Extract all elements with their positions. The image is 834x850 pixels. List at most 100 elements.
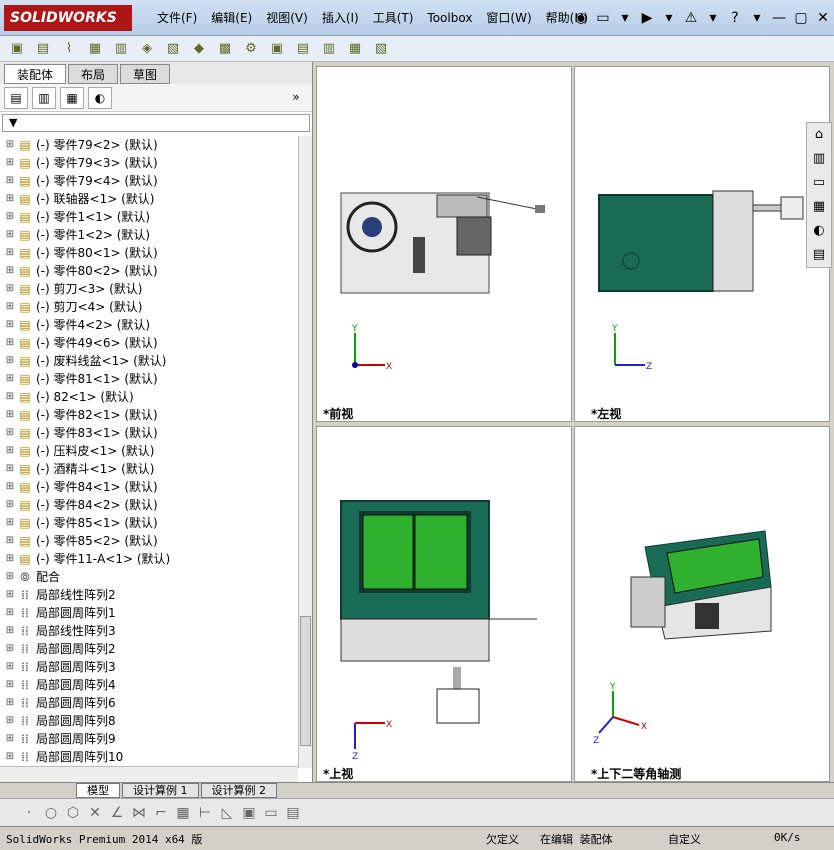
point-icon[interactable]: · (18, 805, 40, 821)
toolbar-icon[interactable]: ▥ (110, 39, 132, 59)
offset-icon[interactable]: ⌐ (150, 805, 172, 821)
expand-toggle-icon[interactable]: ⊞ (4, 478, 16, 496)
expand-toggle-icon[interactable]: ⊞ (4, 730, 16, 748)
circle-icon[interactable]: ○ (40, 805, 62, 821)
tree-row[interactable]: ⊞ ▤ (-) 零件80<1> (默认) (0, 244, 298, 262)
toolbar-icon[interactable]: ▦ (84, 39, 106, 59)
toolbar-icon[interactable]: ▧ (162, 39, 184, 59)
mirror-icon[interactable]: ⋈ (128, 805, 150, 821)
menu-item-0[interactable]: 文件(F) (150, 0, 204, 36)
titlebar-icon[interactable]: ▭ (592, 10, 614, 26)
custom-units[interactable]: 自定义 (668, 831, 701, 847)
properties-icon[interactable]: ▤ (807, 243, 831, 267)
expand-toggle-icon[interactable]: ⊞ (4, 514, 16, 532)
titlebar-icon[interactable]: ▶ (636, 10, 658, 26)
titlebar-icon[interactable]: ✕ (812, 10, 834, 26)
expand-toggle-icon[interactable]: ⊞ (4, 262, 16, 280)
expand-toggle-icon[interactable]: ⊞ (4, 442, 16, 460)
toolbar-icon[interactable]: ▦ (344, 39, 366, 59)
titlebar-icon[interactable]: ▾ (702, 10, 724, 26)
array-icon[interactable]: ▦ (172, 805, 194, 821)
expand-toggle-icon[interactable]: ⊞ (4, 424, 16, 442)
tree-row[interactable]: ⊞ ▤ (-) 零件83<1> (默认) (0, 424, 298, 442)
toolbar-icon[interactable]: ◈ (136, 39, 158, 59)
toolbar-icon[interactable]: ⌇ (58, 39, 80, 59)
folder-icon[interactable]: ▭ (807, 171, 831, 195)
tree-row[interactable]: ⊞ ⦾ 配合 (0, 568, 298, 586)
manager-icon[interactable]: ◐ (88, 86, 112, 109)
bottom-tab-0[interactable]: 模型 (76, 783, 120, 798)
palette-icon[interactable]: ▦ (807, 195, 831, 219)
manager-icon[interactable]: ▦ (60, 86, 84, 109)
bottom-tab-2[interactable]: 设计算例 2 (200, 783, 277, 798)
bottom-tab-1[interactable]: 设计算例 1 (122, 783, 199, 798)
titlebar-icon[interactable]: ▾ (746, 10, 768, 26)
tree-row[interactable]: ⊞ ⁞⁞ 局部圆周阵列3 (0, 658, 298, 676)
view-icon[interactable]: ▭ (260, 805, 282, 821)
tab-2[interactable]: 草图 (120, 64, 171, 84)
expand-toggle-icon[interactable]: ⊞ (4, 298, 16, 316)
tree-row[interactable]: ⊞ ▤ (-) 零件79<4> (默认) (0, 172, 298, 190)
library-icon[interactable]: ▥ (807, 147, 831, 171)
toolbar-icon[interactable]: ▤ (32, 39, 54, 59)
cube-icon[interactable]: ▣ (238, 805, 260, 821)
tree-row[interactable]: ⊞ ▤ (-) 零件82<1> (默认) (0, 406, 298, 424)
tree-row[interactable]: ⊞ ▤ (-) 零件4<2> (默认) (0, 316, 298, 334)
dimension-icon[interactable]: ⊢ (194, 805, 216, 821)
titlebar-icon[interactable]: ▾ (658, 10, 680, 26)
titlebar-icon[interactable]: ▾ (614, 10, 636, 26)
expand-toggle-icon[interactable]: ⊞ (4, 694, 16, 712)
expand-icon[interactable]: » (284, 87, 308, 109)
menu-item-6[interactable]: 窗口(W) (479, 0, 538, 36)
viewport-left[interactable]: Y Z *左视 (574, 66, 830, 422)
expand-toggle-icon[interactable]: ⊞ (4, 406, 16, 424)
tree-row[interactable]: ⊞ ⁞⁞ 局部线性阵列3 (0, 622, 298, 640)
expand-toggle-icon[interactable]: ⊞ (4, 658, 16, 676)
tree-row[interactable]: ⊞ ▤ (-) 零件1<2> (默认) (0, 226, 298, 244)
table-icon[interactable]: ▤ (282, 805, 304, 821)
tree-row[interactable]: ⊞ ▤ (-) 零件84<1> (默认) (0, 478, 298, 496)
tree-row[interactable]: ⊞ ⁞⁞ 局部圆周阵列6 (0, 694, 298, 712)
tree-row[interactable]: ⊞ ⁞⁞ 局部圆周阵列8 (0, 712, 298, 730)
tree-row[interactable]: ⊞ ▤ (-) 零件84<2> (默认) (0, 496, 298, 514)
toolbar-icon[interactable]: ▩ (214, 39, 236, 59)
expand-toggle-icon[interactable]: ⊞ (4, 190, 16, 208)
titlebar-icon[interactable]: ▢ (790, 10, 812, 26)
menu-item-2[interactable]: 视图(V) (259, 0, 315, 36)
titlebar-icon[interactable]: ⚠ (680, 10, 702, 26)
expand-toggle-icon[interactable]: ⊞ (4, 676, 16, 694)
expand-toggle-icon[interactable]: ⊞ (4, 496, 16, 514)
titlebar-icon[interactable]: ◉ (570, 10, 592, 26)
expand-toggle-icon[interactable]: ⊞ (4, 550, 16, 568)
home-icon[interactable]: ⌂ (807, 123, 831, 147)
solidworks-logo[interactable]: SOLIDWORKS (4, 5, 132, 31)
manager-icon[interactable]: ▤ (4, 86, 28, 109)
tree-row[interactable]: ⊞ ▤ (-) 82<1> (默认) (0, 388, 298, 406)
expand-toggle-icon[interactable]: ⊞ (4, 316, 16, 334)
expand-toggle-icon[interactable]: ⊞ (4, 208, 16, 226)
viewport-front[interactable]: Y X *前视 (316, 66, 572, 422)
expand-toggle-icon[interactable]: ⊞ (4, 640, 16, 658)
scroll-thumb[interactable] (300, 616, 311, 746)
expand-toggle-icon[interactable]: ⊞ (4, 622, 16, 640)
tree-row[interactable]: ⊞ ▤ (-) 联轴器<1> (默认) (0, 190, 298, 208)
tree-row[interactable]: ⊞ ▤ (-) 剪刀<3> (默认) (0, 280, 298, 298)
tree-row[interactable]: ⊞ ▤ (-) 零件81<1> (默认) (0, 370, 298, 388)
filter-icon[interactable]: ▼ (2, 114, 310, 132)
expand-toggle-icon[interactable]: ⊞ (4, 604, 16, 622)
manager-icon[interactable]: ▥ (32, 86, 56, 109)
tree-row[interactable]: ⊞ ⁞⁞ 局部线性阵列2 (0, 586, 298, 604)
tree-row[interactable]: ⊞ ⁞⁞ 局部圆周阵列10 (0, 748, 298, 766)
toolbar-icon[interactable]: ▣ (266, 39, 288, 59)
expand-toggle-icon[interactable]: ⊞ (4, 388, 16, 406)
polygon-icon[interactable]: ⬡ (62, 805, 84, 821)
tree-row[interactable]: ⊞ ⁞⁞ 局部圆周阵列9 (0, 730, 298, 748)
tree-row[interactable]: ⊞ ▤ (-) 零件1<1> (默认) (0, 208, 298, 226)
titlebar-icon[interactable]: — (768, 10, 790, 26)
menu-item-5[interactable]: Toolbox (420, 0, 479, 36)
tree-row[interactable]: ⊞ ▤ (-) 零件79<3> (默认) (0, 154, 298, 172)
menu-item-3[interactable]: 插入(I) (315, 0, 366, 36)
tree-row[interactable]: ⊞ ▤ (-) 废料线盆<1> (默认) (0, 352, 298, 370)
toolbar-icon[interactable]: ▤ (292, 39, 314, 59)
slope-icon[interactable]: ◺ (216, 805, 238, 821)
